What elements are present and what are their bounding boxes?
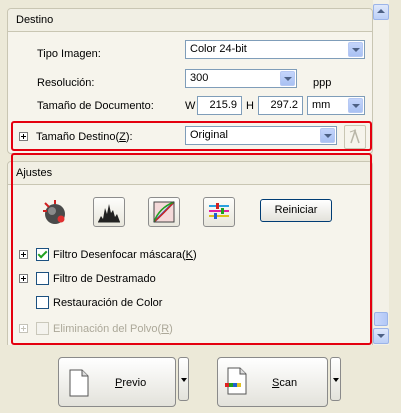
tamano-documento-label: Tamaño de Documento:	[37, 100, 154, 112]
settings-panel: Destino Tipo Imagen: Color 24-bit Resolu…	[0, 0, 373, 345]
previo-label: Previo	[115, 377, 147, 389]
filtro-destramado-label: Filtro de Destramado	[53, 273, 156, 285]
scroll-thumb[interactable]	[374, 312, 388, 326]
scan-icon	[225, 367, 247, 395]
resolucion-value: 300	[190, 72, 209, 84]
scroll-down-icon[interactable]	[373, 328, 389, 344]
reiniciar-label: Reiniciar	[274, 204, 318, 216]
previo-dropdown[interactable]	[178, 357, 189, 401]
scan-dropdown[interactable]	[330, 357, 341, 401]
scroll-up-icon[interactable]	[373, 4, 389, 20]
width-label: W	[185, 100, 196, 112]
vertical-scrollbar[interactable]	[373, 0, 389, 345]
auto-exposure-icon	[43, 200, 65, 224]
width-field[interactable]: 215.9	[197, 96, 242, 115]
rotate-icon[interactable]	[344, 125, 366, 149]
eliminacion-polvo-label: Eliminación del Polvo(R)	[53, 323, 173, 335]
filtro-destramado-checkbox[interactable]	[36, 272, 49, 285]
unit-value: mm	[312, 99, 331, 111]
tamano-destino-label: Tamaño Destino(Z):	[36, 131, 133, 143]
histogram-icon	[98, 204, 120, 223]
height-label: H	[246, 100, 254, 112]
image-adjustment-icon	[209, 203, 229, 219]
tipo-imagen-value: Color 24-bit	[190, 43, 247, 55]
tamano-destino-value: Original	[190, 129, 228, 141]
restauracion-color-checkbox[interactable]	[36, 296, 49, 309]
tone-correction-icon	[153, 201, 175, 223]
chevron-down-icon[interactable]	[280, 71, 295, 86]
destino-header: Destino	[8, 9, 372, 32]
destino-title: Destino	[16, 14, 54, 26]
filtro-destramado-expand-icon[interactable]	[19, 274, 28, 283]
image-adjustment-button[interactable]	[203, 197, 235, 227]
filtro-desenfocar-expand-icon[interactable]	[19, 250, 28, 259]
eliminacion-polvo-expand-icon	[19, 324, 28, 333]
restauracion-color-label: Restauración de Color	[53, 297, 163, 309]
eliminacion-polvo-checkbox	[36, 322, 49, 335]
resolucion-label: Resolución:	[37, 77, 95, 89]
scan-button[interactable]: Scan	[217, 357, 328, 407]
histogram-button[interactable]	[93, 197, 125, 227]
previo-button[interactable]: Previo	[58, 357, 176, 407]
chevron-down-icon[interactable]	[348, 98, 363, 113]
chevron-down-icon[interactable]	[348, 42, 363, 57]
filtro-desenfocar-label: Filtro Desenfocar máscara(K)	[53, 249, 197, 261]
tamano-destino-select[interactable]: Original	[185, 126, 337, 145]
scan-label: Scan	[272, 377, 298, 389]
resolucion-select[interactable]: 300	[185, 69, 297, 88]
document-icon	[69, 369, 89, 397]
tipo-imagen-label: Tipo Imagen:	[37, 48, 101, 60]
filtro-desenfocar-checkbox[interactable]	[36, 248, 49, 261]
reiniciar-button[interactable]: Reiniciar	[260, 199, 332, 222]
auto-exposure-button[interactable]	[39, 197, 71, 227]
tone-correction-button[interactable]	[148, 197, 180, 227]
tipo-imagen-select[interactable]: Color 24-bit	[185, 40, 365, 59]
chevron-down-icon	[333, 378, 339, 382]
tamano-destino-expand-icon[interactable]	[19, 132, 28, 141]
chevron-down-icon	[181, 378, 187, 382]
resolucion-unit: ppp	[313, 77, 332, 89]
height-field[interactable]: 297.2	[258, 96, 303, 115]
unit-select[interactable]: mm	[307, 96, 365, 115]
chevron-down-icon[interactable]	[320, 128, 335, 143]
